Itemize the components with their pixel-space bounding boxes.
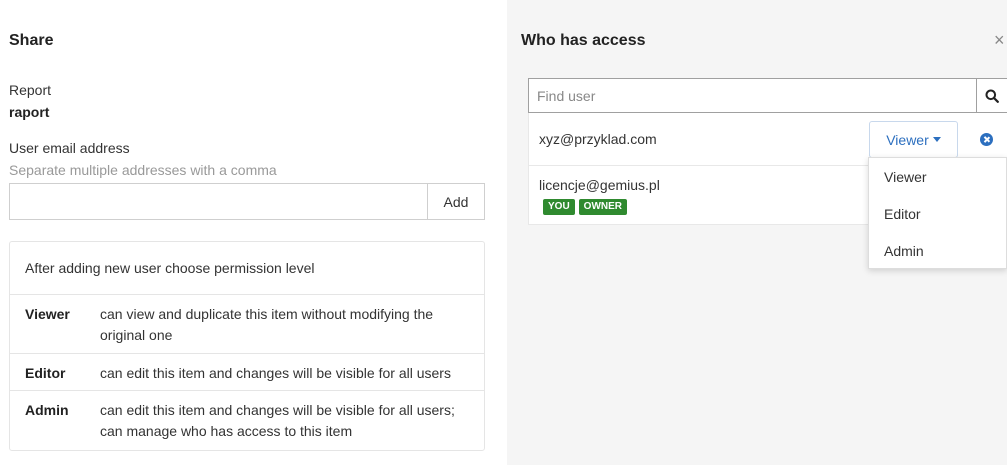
- search-button[interactable]: [976, 78, 1007, 113]
- permission-description: can view and duplicate this item without…: [100, 306, 434, 343]
- remove-user-icon[interactable]: [980, 133, 993, 146]
- share-panel: Share Report raport User email address S…: [0, 0, 507, 465]
- add-button[interactable]: Add: [427, 183, 485, 220]
- role-option-editor[interactable]: Editor: [869, 195, 1006, 232]
- close-icon[interactable]: ×: [994, 30, 1005, 51]
- user-email: xyz@przyklad.com: [539, 131, 657, 147]
- role-dropdown-menu: Viewer Editor Admin: [868, 157, 1007, 269]
- permission-name: Viewer: [25, 306, 70, 322]
- share-title: Share: [9, 32, 54, 49]
- search-icon: [985, 89, 999, 103]
- role-select[interactable]: Viewer: [869, 121, 958, 158]
- report-label: Report: [9, 82, 52, 98]
- permission-row-admin: Admin can edit this item and changes wil…: [10, 391, 484, 450]
- role-option-admin[interactable]: Admin: [869, 232, 1006, 269]
- permission-name: Admin: [25, 402, 69, 418]
- user-search-group: [528, 78, 1007, 113]
- permissions-info: After adding new user choose permission …: [9, 241, 485, 451]
- access-title: Who has access: [521, 32, 646, 49]
- email-field[interactable]: [9, 183, 427, 220]
- user-email: licencje@gemius.pl: [539, 177, 660, 193]
- find-user-input[interactable]: [528, 78, 976, 113]
- permissions-header: After adding new user choose permission …: [10, 242, 484, 295]
- email-input-group: Add: [9, 183, 485, 220]
- permission-name: Editor: [25, 365, 66, 381]
- email-help-text: Separate multiple addresses with a comma: [9, 162, 277, 178]
- permission-description: can edit this item and changes will be v…: [100, 365, 451, 381]
- owner-badge: OWNER: [578, 199, 628, 215]
- user-badges: YOU OWNER: [543, 199, 628, 215]
- report-name: raport: [9, 104, 50, 120]
- email-label: User email address: [9, 140, 130, 156]
- role-select-value: Viewer: [886, 131, 929, 148]
- permission-description: can edit this item and changes will be v…: [100, 402, 455, 439]
- permission-row-editor: Editor can edit this item and changes wi…: [10, 354, 484, 391]
- chevron-down-icon: [932, 137, 941, 142]
- you-badge: YOU: [543, 199, 575, 215]
- permission-row-viewer: Viewer can view and duplicate this item …: [10, 295, 484, 354]
- role-option-viewer[interactable]: Viewer: [869, 158, 1006, 195]
